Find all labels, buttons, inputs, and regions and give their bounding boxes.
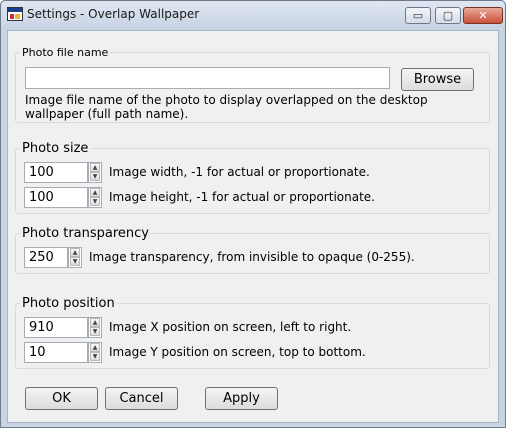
minimize-icon: ▭	[412, 9, 424, 22]
spin-up-icon[interactable]: ▲	[90, 188, 100, 197]
photo-file-group: Photo file name Browse Image file name o…	[15, 46, 490, 123]
photo-size-group: Photo size 100 ▲ ▼ Image width, -1 for a…	[15, 141, 490, 214]
apply-button[interactable]: Apply	[205, 387, 278, 410]
transparency-spinner[interactable]: ▲ ▼	[68, 247, 82, 268]
spin-up-icon[interactable]: ▲	[90, 318, 100, 327]
maximize-button[interactable]: ▢	[435, 7, 461, 24]
cancel-button[interactable]: Cancel	[105, 387, 178, 410]
app-icon	[7, 7, 23, 21]
dialog-body: Photo file name Browse Image file name o…	[7, 30, 499, 423]
window-title: Settings - Overlap Wallpaper	[27, 7, 200, 21]
spin-up-icon[interactable]: ▲	[70, 248, 80, 257]
y-position-description: Image Y position on screen, top to botto…	[109, 345, 366, 359]
transparency-description: Image transparency, from invisible to op…	[89, 250, 415, 264]
x-position-input[interactable]: 910	[24, 317, 88, 338]
height-input[interactable]: 100	[24, 187, 88, 208]
x-position-spinner[interactable]: ▲ ▼	[88, 317, 102, 338]
y-position-spinner[interactable]: ▲ ▼	[88, 342, 102, 363]
height-description: Image height, -1 for actual or proportio…	[109, 190, 375, 204]
photo-file-group-label: Photo file name	[20, 46, 111, 59]
spin-down-icon[interactable]: ▼	[90, 172, 100, 181]
photo-position-group: Photo position 910 ▲ ▼ Image X position …	[15, 296, 490, 369]
width-description: Image width, -1 for actual or proportion…	[109, 165, 370, 179]
y-position-input[interactable]: 10	[24, 342, 88, 363]
browse-button[interactable]: Browse	[401, 68, 474, 91]
width-spinner[interactable]: ▲ ▼	[88, 162, 102, 183]
spin-down-icon[interactable]: ▼	[90, 197, 100, 206]
height-spinner[interactable]: ▲ ▼	[88, 187, 102, 208]
spin-down-icon[interactable]: ▼	[70, 257, 80, 266]
title-bar[interactable]: Settings - Overlap Wallpaper ▭ ▢ ✕	[1, 1, 505, 29]
spin-up-icon[interactable]: ▲	[90, 163, 100, 172]
photo-size-group-label: Photo size	[20, 141, 91, 156]
ok-button[interactable]: OK	[25, 387, 98, 410]
transparency-input[interactable]: 250	[24, 247, 68, 268]
width-input[interactable]: 100	[24, 162, 88, 183]
maximize-icon: ▢	[442, 9, 454, 22]
spin-down-icon[interactable]: ▼	[90, 327, 100, 336]
photo-file-input[interactable]	[25, 67, 390, 89]
photo-file-description: Image file name of the photo to display …	[25, 93, 428, 121]
photo-transparency-group: Photo transparency 250 ▲ ▼ Image transpa…	[15, 226, 490, 274]
photo-position-group-label: Photo position	[20, 296, 117, 311]
minimize-button[interactable]: ▭	[405, 7, 431, 24]
close-icon: ✕	[478, 9, 488, 22]
close-button[interactable]: ✕	[463, 7, 503, 24]
settings-window: Settings - Overlap Wallpaper ▭ ▢ ✕ Photo…	[0, 0, 506, 428]
spin-up-icon[interactable]: ▲	[90, 343, 100, 352]
photo-transparency-group-label: Photo transparency	[20, 226, 151, 241]
x-position-description: Image X position on screen, left to righ…	[109, 320, 352, 334]
spin-down-icon[interactable]: ▼	[90, 352, 100, 361]
